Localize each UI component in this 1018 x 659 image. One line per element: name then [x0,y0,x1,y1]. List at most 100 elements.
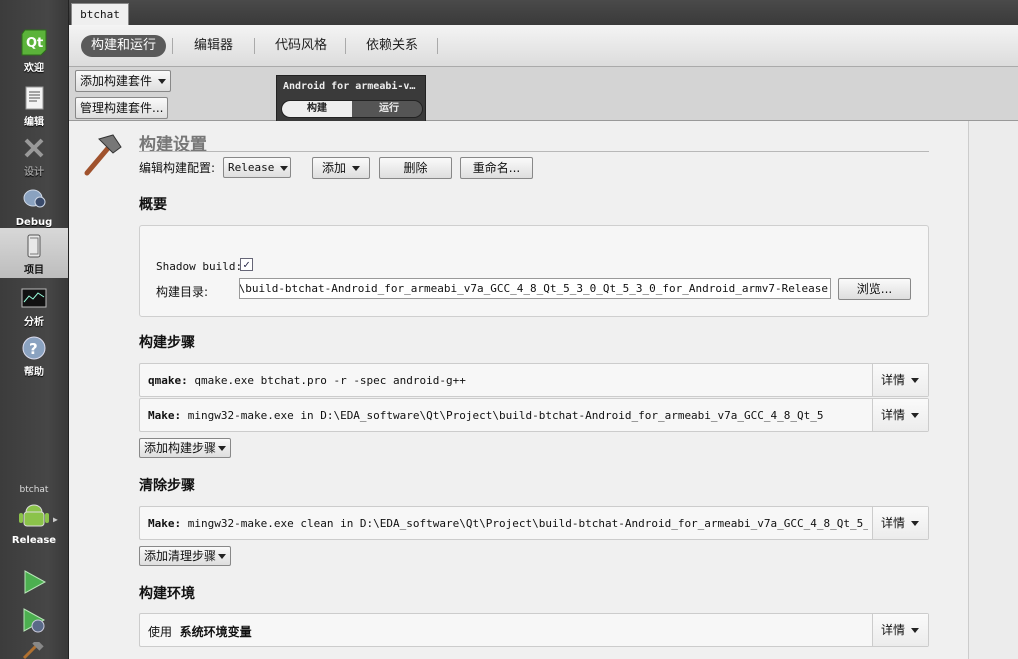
debug-run-icon[interactable] [20,606,48,634]
mode-analyze[interactable]: 分析 [0,280,68,330]
tab-project[interactable]: btchat [71,3,129,25]
android-icon[interactable] [18,500,50,532]
kit-run-button[interactable]: 运行 [354,101,422,117]
svg-text:Qt: Qt [26,36,43,51]
top-tab-bar: btchat [69,0,1018,25]
shadow-build-checkbox[interactable]: ✓ [240,258,253,271]
config-select[interactable]: Release [223,157,291,178]
clean-step-make: Make: mingw32-make.exe clean in D:\EDA_s… [139,506,929,540]
analyze-icon [21,288,47,308]
title-divider [139,151,929,152]
document-icon [25,86,44,110]
env-value: 系统环境变量 [179,625,252,639]
build-dir-label: 构建目录: [156,285,209,299]
tab-editor[interactable]: 编辑器 [184,35,243,57]
mode-label: 欢迎 [24,63,44,74]
build-step-make: Make: mingw32-make.exe in D:\EDA_softwar… [139,398,929,432]
chevron-down-icon [158,79,167,84]
step-command: mingw32-make.exe in D:\EDA_software\Qt\P… [181,409,824,422]
mode-label: 帮助 [24,367,44,378]
step-text: Make: mingw32-make.exe in D:\EDA_softwar… [148,409,868,422]
details-label: 详情 [881,516,906,530]
mode-edit[interactable]: 编辑 [0,80,68,130]
details-button[interactable]: 详情 [872,614,928,646]
divider [437,38,438,54]
details-button[interactable]: 详情 [872,364,928,396]
chevron-down-icon [911,413,920,418]
details-button[interactable]: 详情 [872,507,928,539]
details-label: 详情 [881,373,906,387]
build-env-row: 使用 系统环境变量 详情 [139,613,929,647]
tab-dependencies[interactable]: 依赖关系 [356,35,428,57]
build-hammer-icon[interactable] [22,642,46,659]
step-tool: Make: [148,517,182,530]
svg-text:?: ? [29,340,38,358]
mode-label: 分析 [24,317,44,328]
build-settings-panel: 构建设置 编辑构建配置: Release 添加 删除 重命名... 概要 Sha… [69,121,968,659]
kit-row: 添加构建套件 管理构建套件... Android for armeabi-v… … [69,67,1018,121]
kit-arrow-icon[interactable]: ▶ [53,515,58,524]
tab-code-style[interactable]: 代码风格 [265,35,337,57]
mode-welcome[interactable]: Qt 欢迎 [0,26,68,76]
build-run-toggle: 构建 运行 [281,100,423,118]
mode-debug[interactable]: Debug [0,180,68,230]
overview-heading: 概要 [139,197,167,213]
details-button[interactable]: 详情 [872,399,928,431]
divider [345,38,346,54]
chevron-down-icon [911,628,920,633]
mode-design[interactable]: 设计 [0,130,68,180]
add-build-step-label: 添加构建步骤 [144,441,217,455]
right-margin-panel [968,121,1018,659]
browse-button[interactable]: 浏览... [838,278,911,300]
run-icon[interactable] [20,568,48,596]
build-dir-input[interactable]: D:\EDA_software\Qt\Project\build-btchat-… [239,278,831,299]
details-label: 详情 [881,623,906,637]
manage-kits-button[interactable]: 管理构建套件... [75,97,169,119]
step-command: qmake.exe btchat.pro -r -spec android-g+… [187,374,466,387]
mode-help[interactable]: ? 帮助 [0,330,68,380]
chevron-down-icon [280,165,289,171]
qt-logo-icon: Qt [21,29,47,56]
add-config-label: 添加 [321,161,346,175]
add-clean-step-button[interactable]: 添加清理步骤 [139,546,232,566]
clean-steps-heading: 清除步骤 [139,478,195,494]
step-tool: Make: [148,409,182,422]
chevron-down-icon [218,446,227,451]
settings-subtabs: 构建和运行 编辑器 代码风格 依赖关系 [69,25,1018,67]
config-select-value: Release [228,161,275,174]
build-steps-heading: 构建步骤 [139,335,195,351]
step-text: Make: mingw32-make.exe clean in D:\EDA_s… [148,517,868,530]
design-icon [24,138,44,158]
chevron-down-icon [352,166,360,171]
shadow-build-label: Shadow build: [156,260,243,273]
hammer-icon [84,134,122,176]
add-config-button[interactable]: 添加 [312,157,370,179]
mode-label: 项目 [24,265,44,276]
step-command: mingw32-make.exe clean in D:\EDA_softwar… [181,517,868,530]
chevron-down-icon [911,378,920,383]
mode-projects[interactable]: 项目 [0,228,68,278]
add-kit-button[interactable]: 添加构建套件 [75,70,172,92]
mode-bar: Qt 欢迎 编辑 设计 Debug 项目 分析 ? 帮助 btchat ▶ Re… [0,0,69,659]
details-label: 详情 [881,408,906,422]
chevron-down-icon [911,521,920,526]
kit-target-name: Android for armeabi-v… [283,81,416,92]
rename-config-button[interactable]: 重命名... [460,157,533,179]
help-icon: ? [22,336,46,360]
delete-config-button[interactable]: 删除 [379,157,452,179]
step-tool: qmake: [148,374,188,387]
divider [254,38,255,54]
mode-label: 设计 [24,167,44,178]
env-use-label: 使用 [148,625,173,639]
divider [172,38,173,54]
build-env-heading: 构建环境 [139,586,195,602]
edit-config-label: 编辑构建配置: [139,161,216,175]
add-build-step-button[interactable]: 添加构建步骤 [139,438,232,458]
debug-bug-icon [23,189,46,208]
tab-build-run[interactable]: 构建和运行 [81,35,167,57]
kit-build-button[interactable]: 构建 [282,101,352,117]
step-text: qmake: qmake.exe btchat.pro -r -spec and… [148,374,868,387]
chevron-down-icon [218,554,227,559]
build-step-qmake: qmake: qmake.exe btchat.pro -r -spec and… [139,363,929,397]
kit-project-name: btchat [19,485,49,495]
